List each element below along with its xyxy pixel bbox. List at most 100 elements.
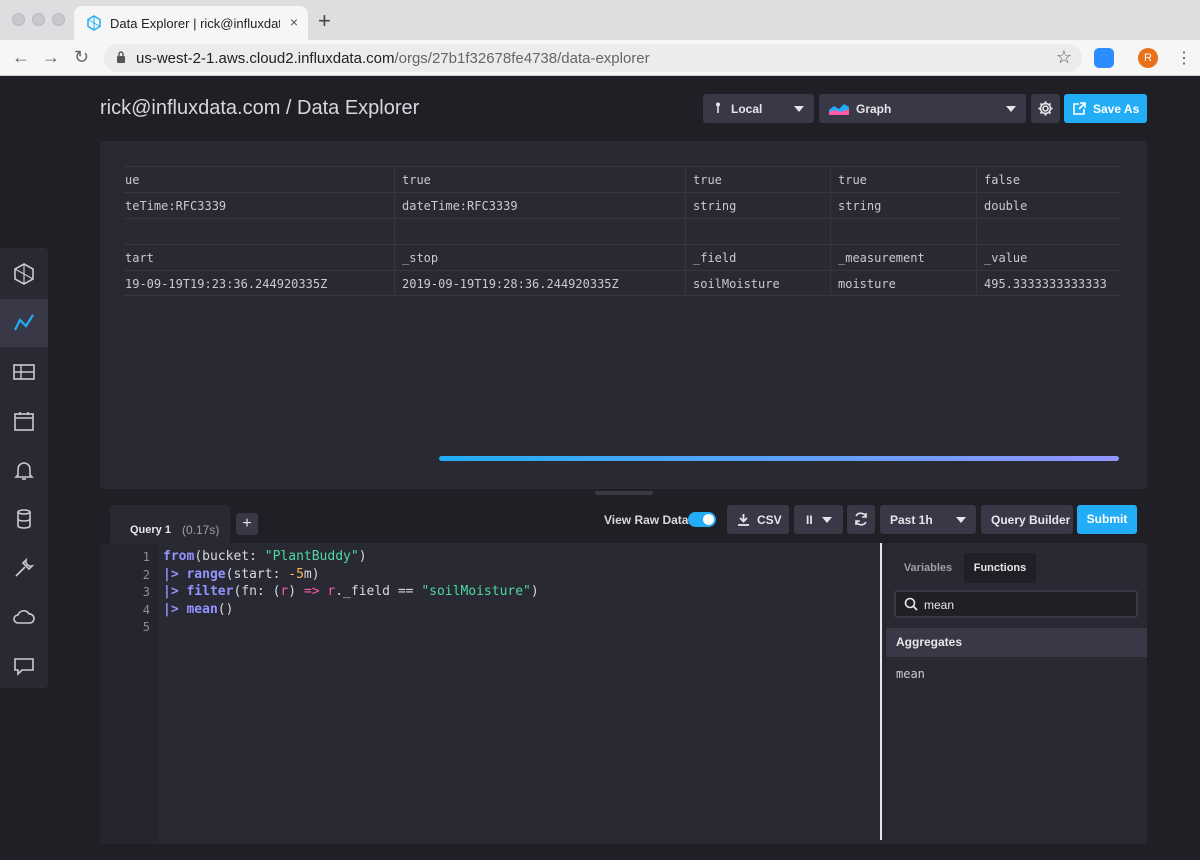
graph-area-icon [829,104,849,115]
browser-menu-icon[interactable]: ⋮ [1176,48,1192,68]
flux-editor[interactable]: 1 2 3 4 5 from(bucket: "PlantBuddy") |> … [100,543,885,844]
settings-button[interactable] [1031,94,1060,123]
table-row: tart _stop _field _measurement _value [124,244,1120,271]
functions-panel: Variables Functions mean Aggregates mean [886,543,1147,844]
code-token: (fn: ( [233,584,281,599]
new-tab-button[interactable]: + [318,10,331,32]
address-bar[interactable]: us-west-2-1.aws.cloud2.influxdata.com/or… [104,44,1082,72]
refresh-button[interactable] [847,505,875,534]
tab-close-icon[interactable]: × [290,14,298,30]
nav-cloud[interactable] [0,593,48,641]
profile-avatar[interactable]: R [1138,48,1158,68]
table-cell: ue [125,173,140,187]
bookmark-star-icon[interactable]: ☆ [1056,47,1072,68]
code-token: from [163,549,195,564]
code-token: (start: [225,567,289,582]
table-cell [830,219,976,245]
nav-home[interactable] [0,250,48,298]
query-builder-button[interactable]: Query Builder [981,505,1073,534]
table-cell: _stop [394,245,685,271]
code-line: |> mean() [163,602,233,617]
nav-data-explorer[interactable] [0,299,48,347]
code-line: from(bucket: "PlantBuddy") [163,549,367,564]
resize-handle[interactable] [595,491,653,495]
table-cell: _value [976,245,1120,271]
browser-tab[interactable]: Data Explorer | rick@influxdata.com × [74,6,308,40]
pin-icon [716,102,720,113]
time-range-label: Past 1h [890,513,933,527]
table-cell: double [976,193,1120,219]
nav-tasks[interactable] [0,397,48,445]
view-type-label: Graph [856,102,892,116]
add-query-button[interactable]: + [236,513,258,535]
table-cell: 19-09-19T19:23:36.244920335Z [125,277,328,291]
auto-refresh-dropdown[interactable]: II [794,505,843,534]
nav-alerts[interactable] [0,446,48,494]
raw-data-table[interactable]: ue true true true false teTime:RFC3339 d… [100,141,1147,489]
functions-tabs: Variables Functions [886,553,1147,583]
table-grid-icon [13,364,35,380]
code-token: range [186,567,226,582]
table-row: 19-09-19T19:23:36.244920335Z 2019-09-19T… [124,270,1120,297]
table-row: teTime:RFC3339 dateTime:RFC3339 string s… [124,192,1120,219]
code-token: () [217,602,234,617]
time-range-dropdown[interactable]: Past 1h [880,505,976,534]
view-raw-data-toggle[interactable] [688,512,716,527]
graph-line-icon [14,314,34,331]
back-icon[interactable]: ← [12,47,30,68]
table-cell [685,219,830,245]
search-icon [904,597,918,611]
timezone-label: Local [731,102,763,116]
tab-variables[interactable]: Variables [896,553,960,583]
chevron-down-icon [1006,106,1016,112]
tab-title: Data Explorer | rick@influxdata.com [110,16,280,31]
aggregates-group-header: Aggregates [886,628,1147,657]
chevron-down-icon [822,517,832,523]
function-item-mean[interactable]: mean [896,667,925,681]
reload-icon[interactable]: ↻ [74,47,89,68]
editor-divider [880,543,882,840]
tab-functions[interactable]: Functions [964,553,1036,583]
submit-button[interactable]: Submit [1077,505,1137,534]
timezone-dropdown[interactable]: Local [703,94,814,123]
forward-icon[interactable]: → [42,47,60,68]
nav-load-data[interactable] [0,495,48,543]
chevron-down-icon [794,106,804,112]
table-cell: moisture [830,271,976,297]
code-token: => [303,584,320,599]
function-search-input[interactable]: mean [894,590,1138,618]
csv-label: CSV [757,513,782,527]
export-icon [1073,102,1086,115]
browser-chrome: Data Explorer | rick@influxdata.com × + … [0,0,1200,76]
table-cell: _field [685,245,830,271]
code-token: ) [530,584,539,599]
table-cell: teTime:RFC3339 [125,199,227,213]
nav-dashboards[interactable] [0,348,48,396]
function-search-value: mean [924,598,955,612]
calendar-icon [14,412,34,431]
table-cell: soilMoisture [685,271,830,297]
query-tab[interactable]: Query 1 (0.17s) [110,505,230,543]
save-as-button[interactable]: Save As [1064,94,1147,123]
url-text: us-west-2-1.aws.cloud2.influxdata.com/or… [136,50,650,67]
view-type-dropdown[interactable]: Graph [819,94,1026,123]
nav-feedback[interactable] [0,642,48,690]
results-table: ue true true true false teTime:RFC3339 d… [124,166,1120,297]
code-line: |> range(start: -5m) [163,567,320,582]
line-number: 4 [142,603,150,617]
zoom-extension-icon[interactable] [1094,48,1114,68]
left-nav [0,248,48,688]
csv-download-button[interactable]: CSV [727,505,789,534]
nav-settings[interactable] [0,544,48,592]
window-close-button[interactable] [12,13,25,26]
table-cell: true [685,167,830,193]
window-minimize-button[interactable] [32,13,45,26]
window-zoom-button[interactable] [52,13,65,26]
query-tab-time: (0.17s) [182,523,220,537]
pause-icon: II [806,513,813,527]
horizontal-scrollbar[interactable] [439,456,1119,461]
influx-favicon-icon [87,15,101,31]
code-token: |> [163,567,179,582]
url-host: us-west-2-1.aws.cloud2.influxdata.com [136,50,395,67]
refresh-icon [855,512,867,526]
